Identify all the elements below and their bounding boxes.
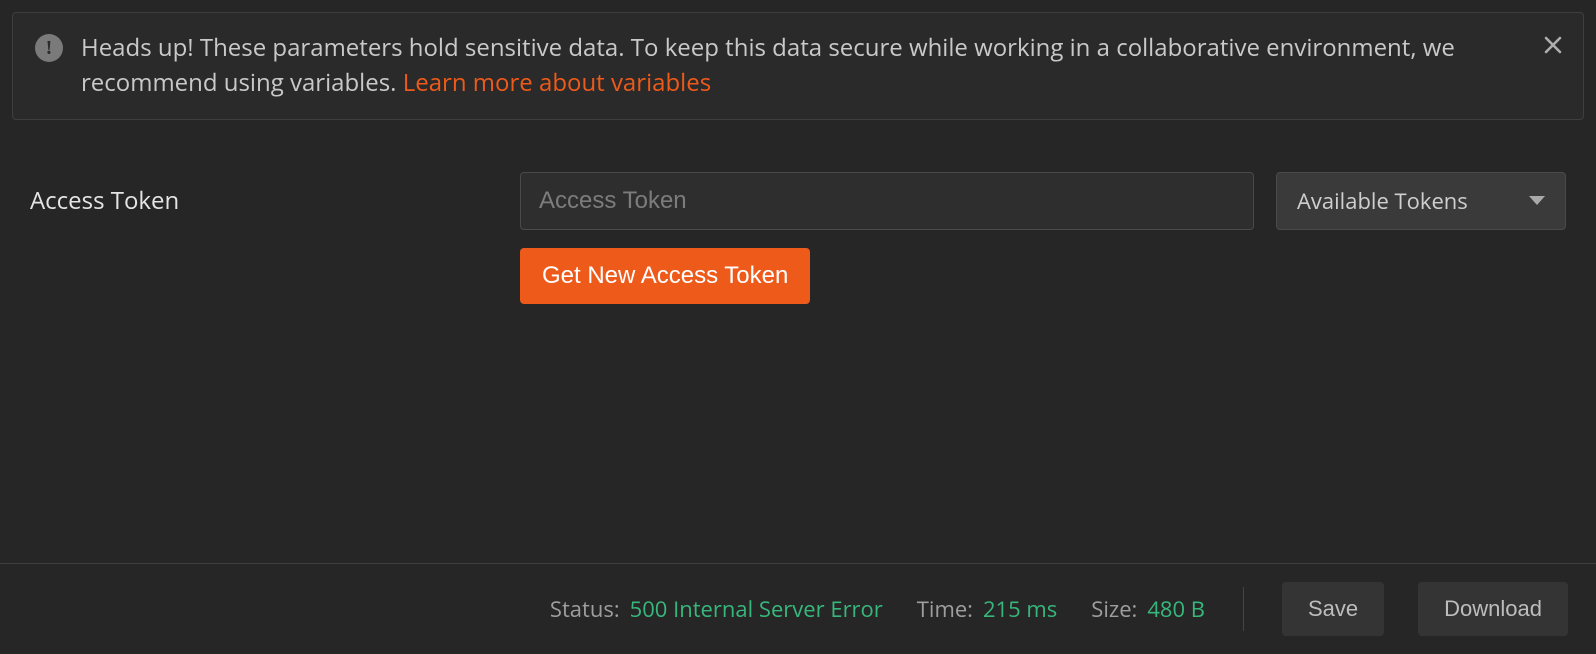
learn-more-link[interactable]: Learn more about variables: [403, 66, 711, 99]
divider: [1243, 587, 1244, 631]
status-stat: Status: 500 Internal Server Error: [550, 594, 883, 624]
alert-lead: Heads up!: [81, 31, 194, 64]
available-tokens-dropdown[interactable]: Available Tokens: [1276, 172, 1566, 230]
access-token-controls: Available Tokens Get New Access Token: [520, 172, 1566, 304]
close-icon[interactable]: [1543, 35, 1563, 59]
form-body: Access Token Available Tokens Get New Ac…: [12, 120, 1584, 304]
status-label: Status:: [550, 594, 620, 624]
access-token-label: Access Token: [30, 172, 500, 217]
access-token-input[interactable]: [520, 172, 1254, 230]
auth-settings-panel: ! Heads up! These parameters hold sensit…: [0, 0, 1596, 654]
download-button[interactable]: Download: [1418, 582, 1568, 636]
size-stat: Size: 480 B: [1091, 594, 1205, 624]
status-value: 500 Internal Server Error: [630, 594, 883, 624]
access-token-input-line: Available Tokens: [520, 172, 1566, 230]
chevron-down-icon: [1529, 196, 1545, 205]
response-status-bar: Status: 500 Internal Server Error Time: …: [0, 563, 1596, 654]
sensitive-data-alert: ! Heads up! These parameters hold sensit…: [12, 12, 1584, 120]
size-value: 480 B: [1147, 594, 1205, 624]
size-label: Size:: [1091, 594, 1137, 624]
time-stat: Time: 215 ms: [917, 594, 1057, 624]
access-token-row: Access Token Available Tokens Get New Ac…: [30, 172, 1566, 304]
save-button[interactable]: Save: [1282, 582, 1384, 636]
time-label: Time:: [917, 594, 973, 624]
get-new-access-token-button[interactable]: Get New Access Token: [520, 248, 810, 304]
alert-body: These parameters hold sensitive data. To…: [81, 31, 1455, 99]
alert-text: Heads up! These parameters hold sensitiv…: [81, 31, 1527, 101]
time-value: 215 ms: [983, 594, 1057, 624]
exclamation-icon: !: [35, 34, 63, 62]
dropdown-label: Available Tokens: [1297, 186, 1468, 216]
